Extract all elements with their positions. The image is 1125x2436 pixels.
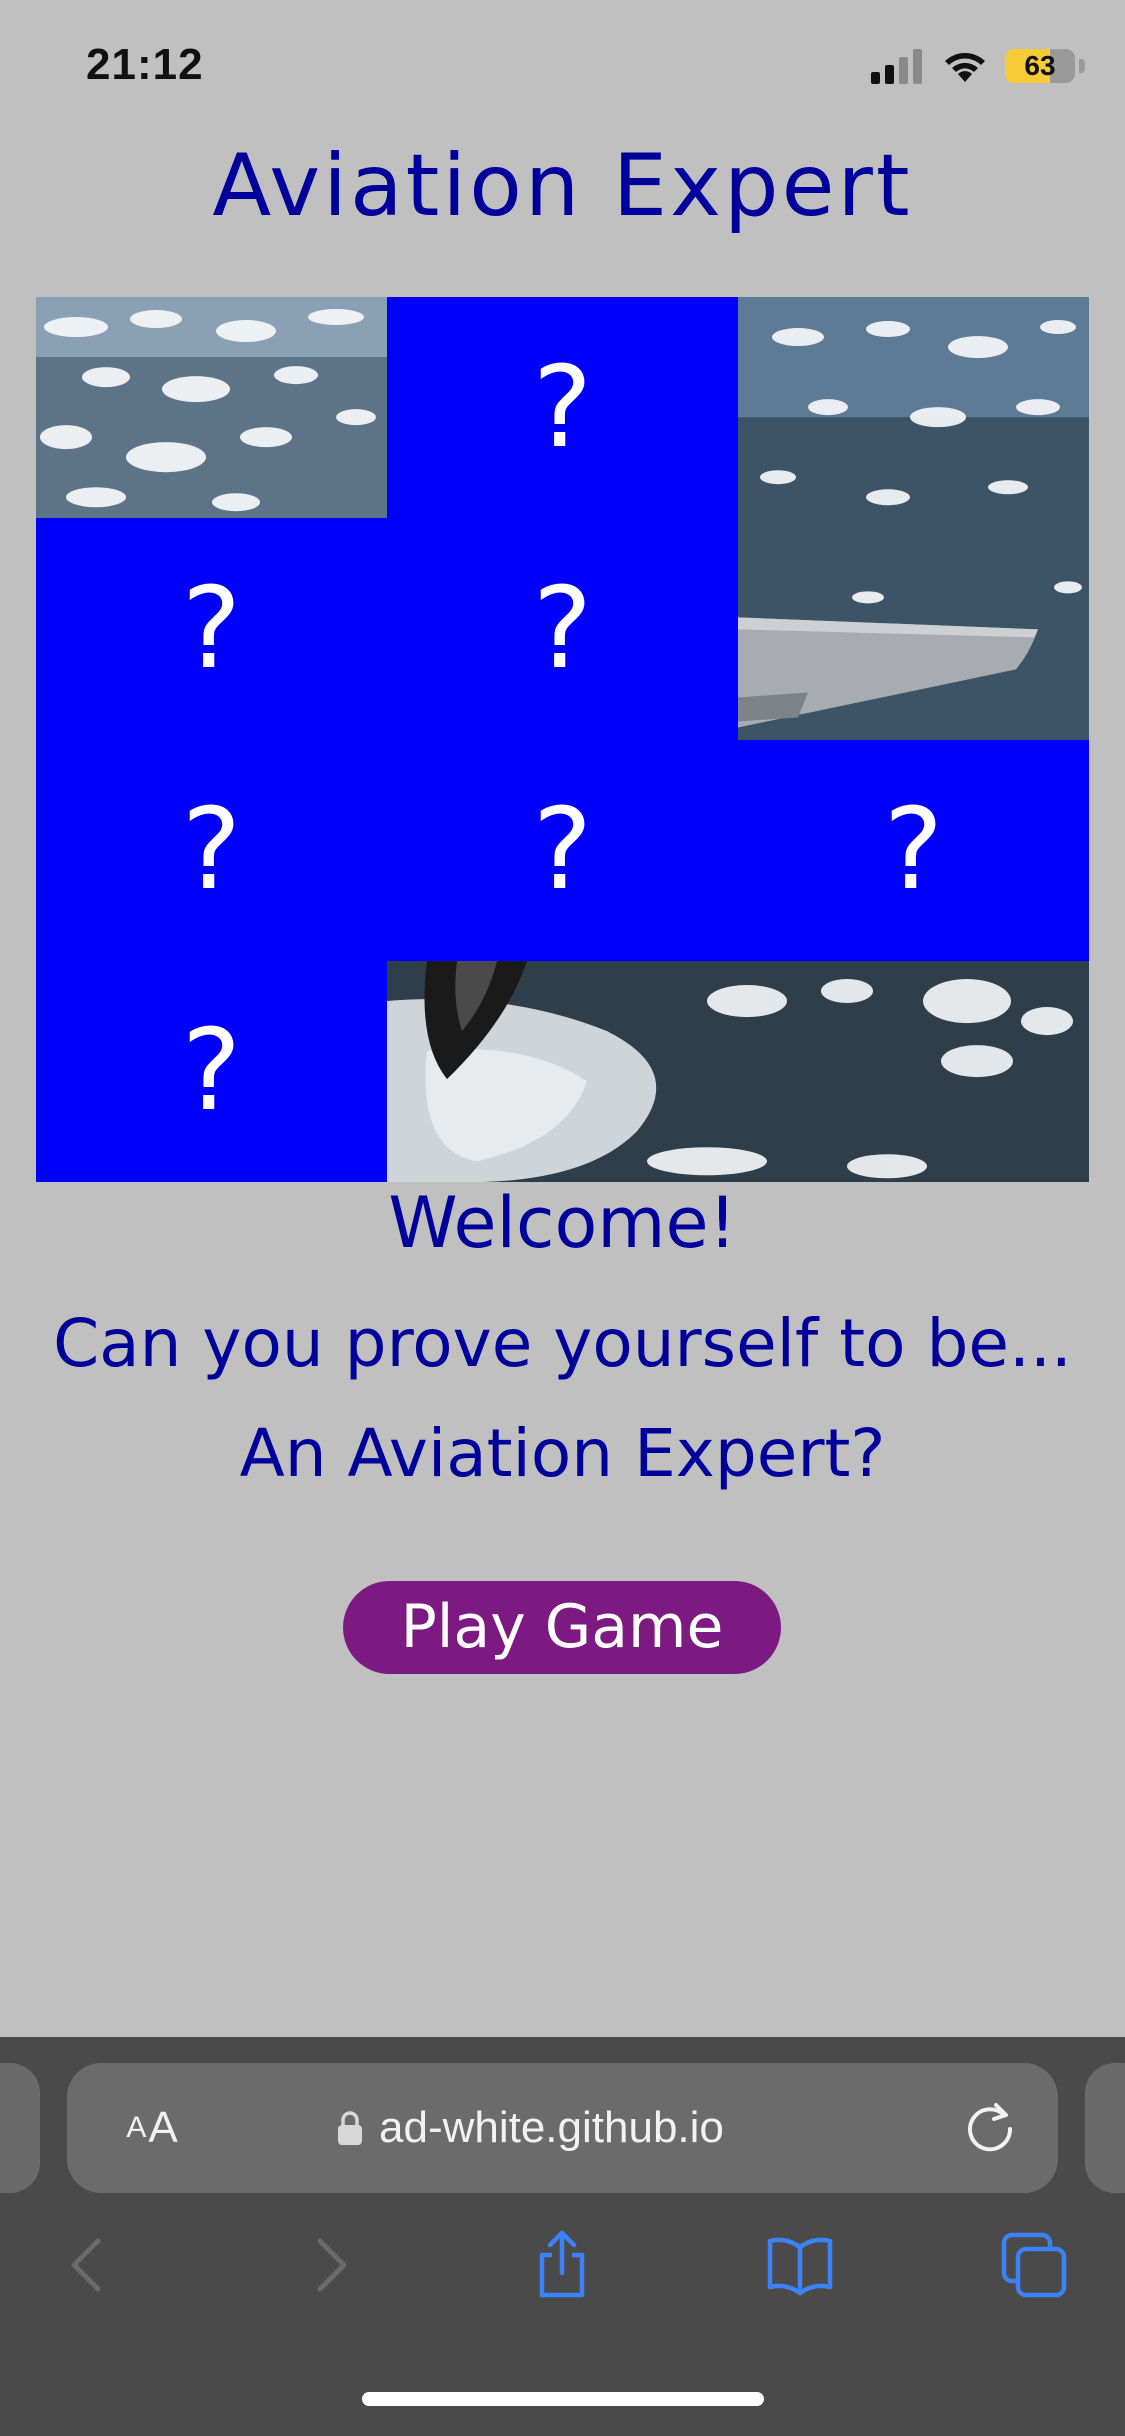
question-mark: ?	[181, 785, 242, 916]
share-icon[interactable]	[522, 2215, 602, 2315]
text-size-small-a: A	[126, 2111, 147, 2144]
home-indicator[interactable]	[362, 2392, 764, 2406]
question-mark: ?	[532, 785, 593, 916]
text-size-button[interactable]: AA	[107, 2091, 197, 2165]
url-text: ad-white.github.io	[379, 2103, 724, 2152]
prompt-text: Can you prove yourself to be...	[53, 1305, 1072, 1382]
previous-tab-peek[interactable]	[0, 2063, 40, 2193]
hidden-card[interactable]: ?	[36, 739, 387, 961]
battery-percent: 63	[1024, 50, 1056, 81]
question-mark: ?	[883, 785, 944, 916]
question-mark: ?	[181, 563, 242, 694]
tabs-icon[interactable]	[994, 2215, 1074, 2315]
question-mark: ?	[532, 342, 593, 473]
cellular-signal-icon	[871, 48, 925, 84]
back-icon[interactable]	[48, 2215, 128, 2315]
revealed-card-nose[interactable]	[387, 960, 1089, 1182]
question-text: An Aviation Expert?	[239, 1415, 886, 1492]
forward-icon[interactable]	[290, 2215, 370, 2315]
text-size-large-a: A	[148, 2103, 178, 2152]
hidden-card[interactable]: ?	[738, 739, 1089, 961]
revealed-card-wing[interactable]	[738, 297, 1089, 740]
aircraft-wing-photo	[738, 297, 1089, 740]
reload-icon[interactable]	[960, 2097, 1020, 2157]
bookmarks-icon[interactable]	[760, 2215, 840, 2315]
hidden-card[interactable]: ?	[387, 297, 738, 519]
revealed-card-sky[interactable]	[36, 297, 387, 519]
hidden-card[interactable]: ?	[36, 960, 387, 1182]
card-grid: ? ? ? ? ? ? ?	[36, 297, 1089, 1182]
status-bar: 21:12 63	[0, 0, 1125, 140]
wifi-icon	[943, 49, 987, 83]
question-mark: ?	[532, 563, 593, 694]
battery-nub	[1079, 59, 1085, 73]
url-display[interactable]: ad-white.github.io	[337, 2093, 724, 2163]
next-tab-peek[interactable]	[1085, 2063, 1125, 2193]
battery-icon: 63	[1005, 49, 1075, 83]
hidden-card[interactable]: ?	[387, 518, 738, 740]
lock-icon	[337, 2110, 363, 2146]
browser-toolbar	[0, 2215, 1125, 2325]
address-bar[interactable]: AA ad-white.github.io	[67, 2063, 1058, 2193]
sky-clouds-photo	[36, 297, 387, 519]
status-time: 21:12	[86, 40, 204, 89]
welcome-heading: Welcome!	[388, 1182, 737, 1264]
play-game-button[interactable]: Play Game	[343, 1581, 781, 1674]
status-icons: 63	[871, 48, 1085, 84]
hidden-card[interactable]: ?	[387, 739, 738, 961]
page-title: Aviation Expert	[212, 136, 913, 236]
aircraft-nose-photo	[387, 960, 1089, 1182]
browser-toolbar-area: AA ad-white.github.io	[0, 2037, 1125, 2436]
question-mark: ?	[181, 1006, 242, 1137]
hidden-card[interactable]: ?	[36, 518, 387, 740]
